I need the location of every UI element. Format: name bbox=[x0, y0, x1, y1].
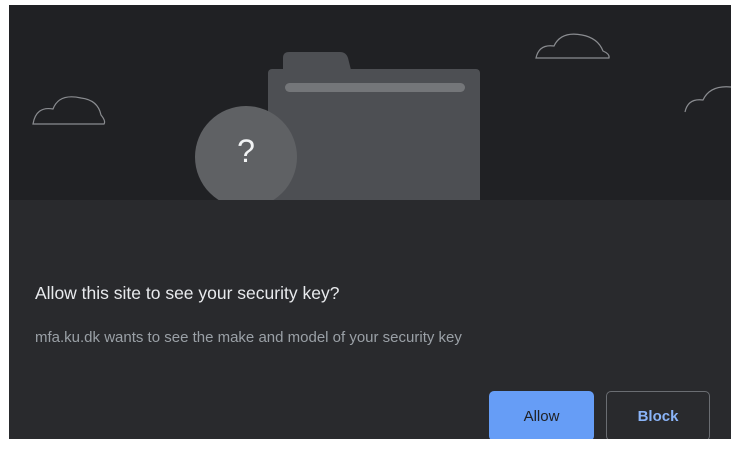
dialog-title: Allow this site to see your security key… bbox=[35, 283, 340, 303]
block-button[interactable]: Block bbox=[606, 391, 710, 439]
allow-button[interactable]: Allow bbox=[489, 391, 594, 439]
cloud-icon bbox=[32, 96, 106, 125]
question-mark: ? bbox=[237, 133, 255, 169]
dialog-illustration: ? bbox=[9, 5, 731, 200]
dialog-description: mfa.ku.dk wants to see the make and mode… bbox=[35, 329, 462, 346]
cloud-icon bbox=[535, 33, 610, 59]
illustration-graphic bbox=[32, 33, 731, 200]
permission-dialog: ? Allow this site to see your security k… bbox=[9, 5, 731, 439]
folder-icon bbox=[268, 52, 480, 200]
cloud-icon bbox=[684, 86, 731, 113]
